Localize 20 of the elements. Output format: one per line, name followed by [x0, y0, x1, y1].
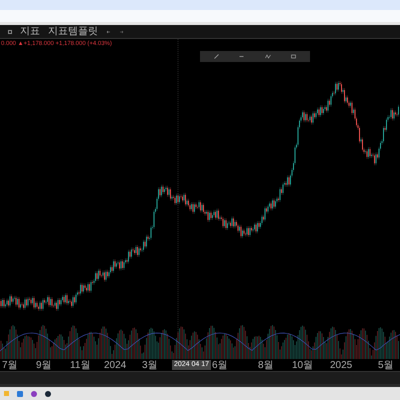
rectangle-icon[interactable]: [290, 54, 296, 59]
axis-label: 5월: [378, 360, 394, 371]
axis-label: 8월: [258, 360, 274, 371]
axis-label: 7월: [2, 360, 18, 371]
axis-label: 2024: [104, 360, 126, 371]
axis-label: 10월: [292, 360, 314, 371]
axis-label: 3월: [142, 360, 158, 371]
undo-icon[interactable]: [106, 30, 111, 34]
axis-label: 11월: [70, 360, 90, 371]
toolbar-button[interactable]: 지표: [20, 26, 40, 38]
app-icon[interactable]: [45, 390, 51, 396]
axis-label: 2025: [330, 360, 352, 371]
line-tool-icon[interactable]: [214, 54, 220, 59]
toolbar-button[interactable]: 지표템플릿: [48, 26, 98, 38]
redo-icon[interactable]: [119, 30, 124, 34]
square-icon[interactable]: [8, 30, 12, 34]
zigzag-icon[interactable]: [264, 54, 271, 59]
horizontal-line-icon[interactable]: [239, 54, 244, 59]
axis-label: 9월: [36, 360, 52, 371]
axis-label: 6월: [212, 360, 228, 371]
